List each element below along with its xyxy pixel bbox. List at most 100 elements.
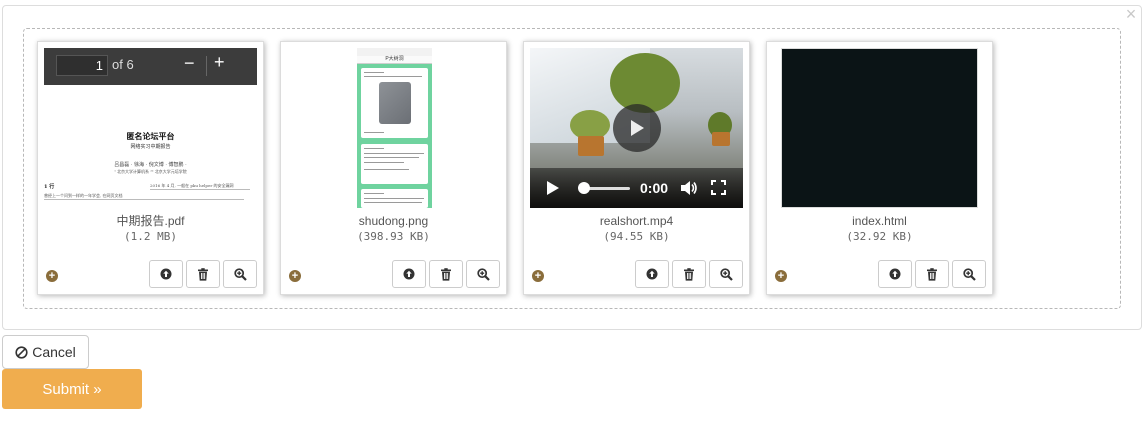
feed-photo [379,82,411,124]
pdf-authors: 吕昌磊 · 徐海 · 倪文博 · 傅智鹏 · [114,162,187,168]
file-size: (1.2 MB) [124,230,177,243]
fullscreen-icon[interactable] [711,180,726,195]
cancel-button[interactable]: Cancel [2,335,89,369]
zoom-in-icon [233,267,247,281]
plant-scene [610,53,680,113]
cancel-label: Cancel [32,344,76,360]
file-name: index.html [852,214,907,228]
trash-icon [684,267,694,281]
zoom-in-icon [719,267,733,281]
pdf-page: 匿名论坛平台 网络实习中期报告 吕昌磊 · 徐海 · 倪文博 · 傅智鹏 · ¹… [44,85,257,208]
file-actions [149,260,257,288]
video-play-overlay-button[interactable] [613,104,661,152]
file-thumbnail-video: 0:00 realshort.mp4 (94.55 KB) + [523,41,750,295]
plus-circle-icon[interactable]: + [289,270,301,282]
feed-text-line [364,76,422,77]
pot-scene [578,136,604,156]
feed-text-line [364,162,404,163]
feed-text-line [364,169,409,170]
file-thumbnail-pdf: 1 of 6 − + 匿名论坛平台 网络实习中期报告 吕昌磊 · 徐海 · 倪文… [37,41,264,295]
pdf-page-number-input[interactable]: 1 [56,55,108,76]
trash-icon [927,267,937,281]
pdf-section-heading: 1 行 [44,184,55,190]
pdf-page-count: of 6 [112,57,134,72]
pdf-text-line [150,189,250,190]
feed-text-line [364,148,384,149]
video-frame: 0:00 [530,48,743,208]
file-actions [878,260,986,288]
trash-icon [441,267,451,281]
close-icon[interactable]: × [1123,5,1139,23]
file-size: (32.92 KB) [846,230,913,243]
image-preview: P大树洞 [287,48,500,208]
plus-circle-icon[interactable]: + [46,270,58,282]
feed-card [361,144,428,184]
file-caption: realshort.mp4 (94.55 KB) [524,214,749,243]
pdf-subtitle: 网络实习中期报告 [130,144,171,150]
delete-button[interactable] [186,260,220,288]
zoom-button[interactable] [466,260,500,288]
ban-icon [15,345,28,359]
feed-text-line [364,202,422,203]
file-actions [392,260,500,288]
feed-text-line [364,157,419,158]
plus-circle-icon[interactable]: + [532,270,544,282]
upload-button[interactable] [149,260,183,288]
file-caption: shudong.png (398.93 KB) [281,214,506,243]
feed-text-line [364,132,384,133]
upload-circle-icon [889,268,901,280]
zoom-out-icon[interactable]: − [184,53,195,74]
file-drop-zone[interactable]: 1 of 6 − + 匿名论坛平台 网络实习中期报告 吕昌磊 · 徐海 · 倪文… [23,28,1121,309]
upload-button[interactable] [392,260,426,288]
feed-card [361,68,428,138]
feed-text-line [364,72,384,73]
file-name: realshort.mp4 [599,214,674,228]
file-thumbnail-png: P大树洞 shudong.png (398.93 KB) + [280,41,507,295]
pot-scene [712,132,730,146]
upload-circle-icon [646,268,658,280]
submit-button[interactable]: Submit » [2,369,142,409]
zoom-in-icon [476,267,490,281]
plus-circle-icon[interactable]: + [775,270,787,282]
upload-button[interactable] [878,260,912,288]
toolbar-divider [206,56,207,76]
pdf-title: 匿名论坛平台 [126,131,175,141]
delete-button[interactable] [429,260,463,288]
phone-screenshot: P大树洞 [357,48,432,208]
feed-text-line [364,193,384,194]
upload-button[interactable] [635,260,669,288]
upload-circle-icon [160,268,172,280]
file-caption: index.html (32.92 KB) [767,214,992,243]
file-thumbnail-html: index.html (32.92 KB) + [766,41,993,295]
delete-button[interactable] [672,260,706,288]
pdf-preview: 1 of 6 − + 匿名论坛平台 网络实习中期报告 吕昌磊 · 徐海 · 倪文… [44,48,257,208]
volume-icon[interactable] [680,180,698,196]
zoom-button[interactable] [223,260,257,288]
zoom-button[interactable] [709,260,743,288]
phone-status-bar [357,48,432,56]
trash-icon [198,267,208,281]
pdf-text-line [44,199,244,200]
zoom-in-icon [962,267,976,281]
zoom-button[interactable] [952,260,986,288]
zoom-in-button[interactable]: + [214,52,225,73]
submit-label: Submit » [42,380,102,398]
file-size: (398.93 KB) [357,230,430,243]
play-icon [631,120,644,136]
pdf-affiliation: ¹ 北京大学计算机系 ²² 北京大学元培学院 [114,169,187,174]
video-progress-knob[interactable] [578,182,590,194]
pdf-toolbar: 1 of 6 − + [44,48,257,85]
video-preview[interactable]: 0:00 [530,48,743,208]
delete-button[interactable] [915,260,949,288]
file-actions [635,260,743,288]
feed-text-line [364,198,424,199]
file-size: (94.55 KB) [603,230,670,243]
video-time: 0:00 [640,180,669,196]
html-iframe-preview[interactable] [781,48,978,208]
play-icon[interactable] [546,180,560,196]
video-controls: 0:00 [530,168,743,208]
phone-nav-bar: P大树洞 [357,56,432,64]
feed-card [361,189,428,208]
file-caption: 中期报告.pdf (1.2 MB) [38,214,263,243]
html-preview [773,48,986,208]
